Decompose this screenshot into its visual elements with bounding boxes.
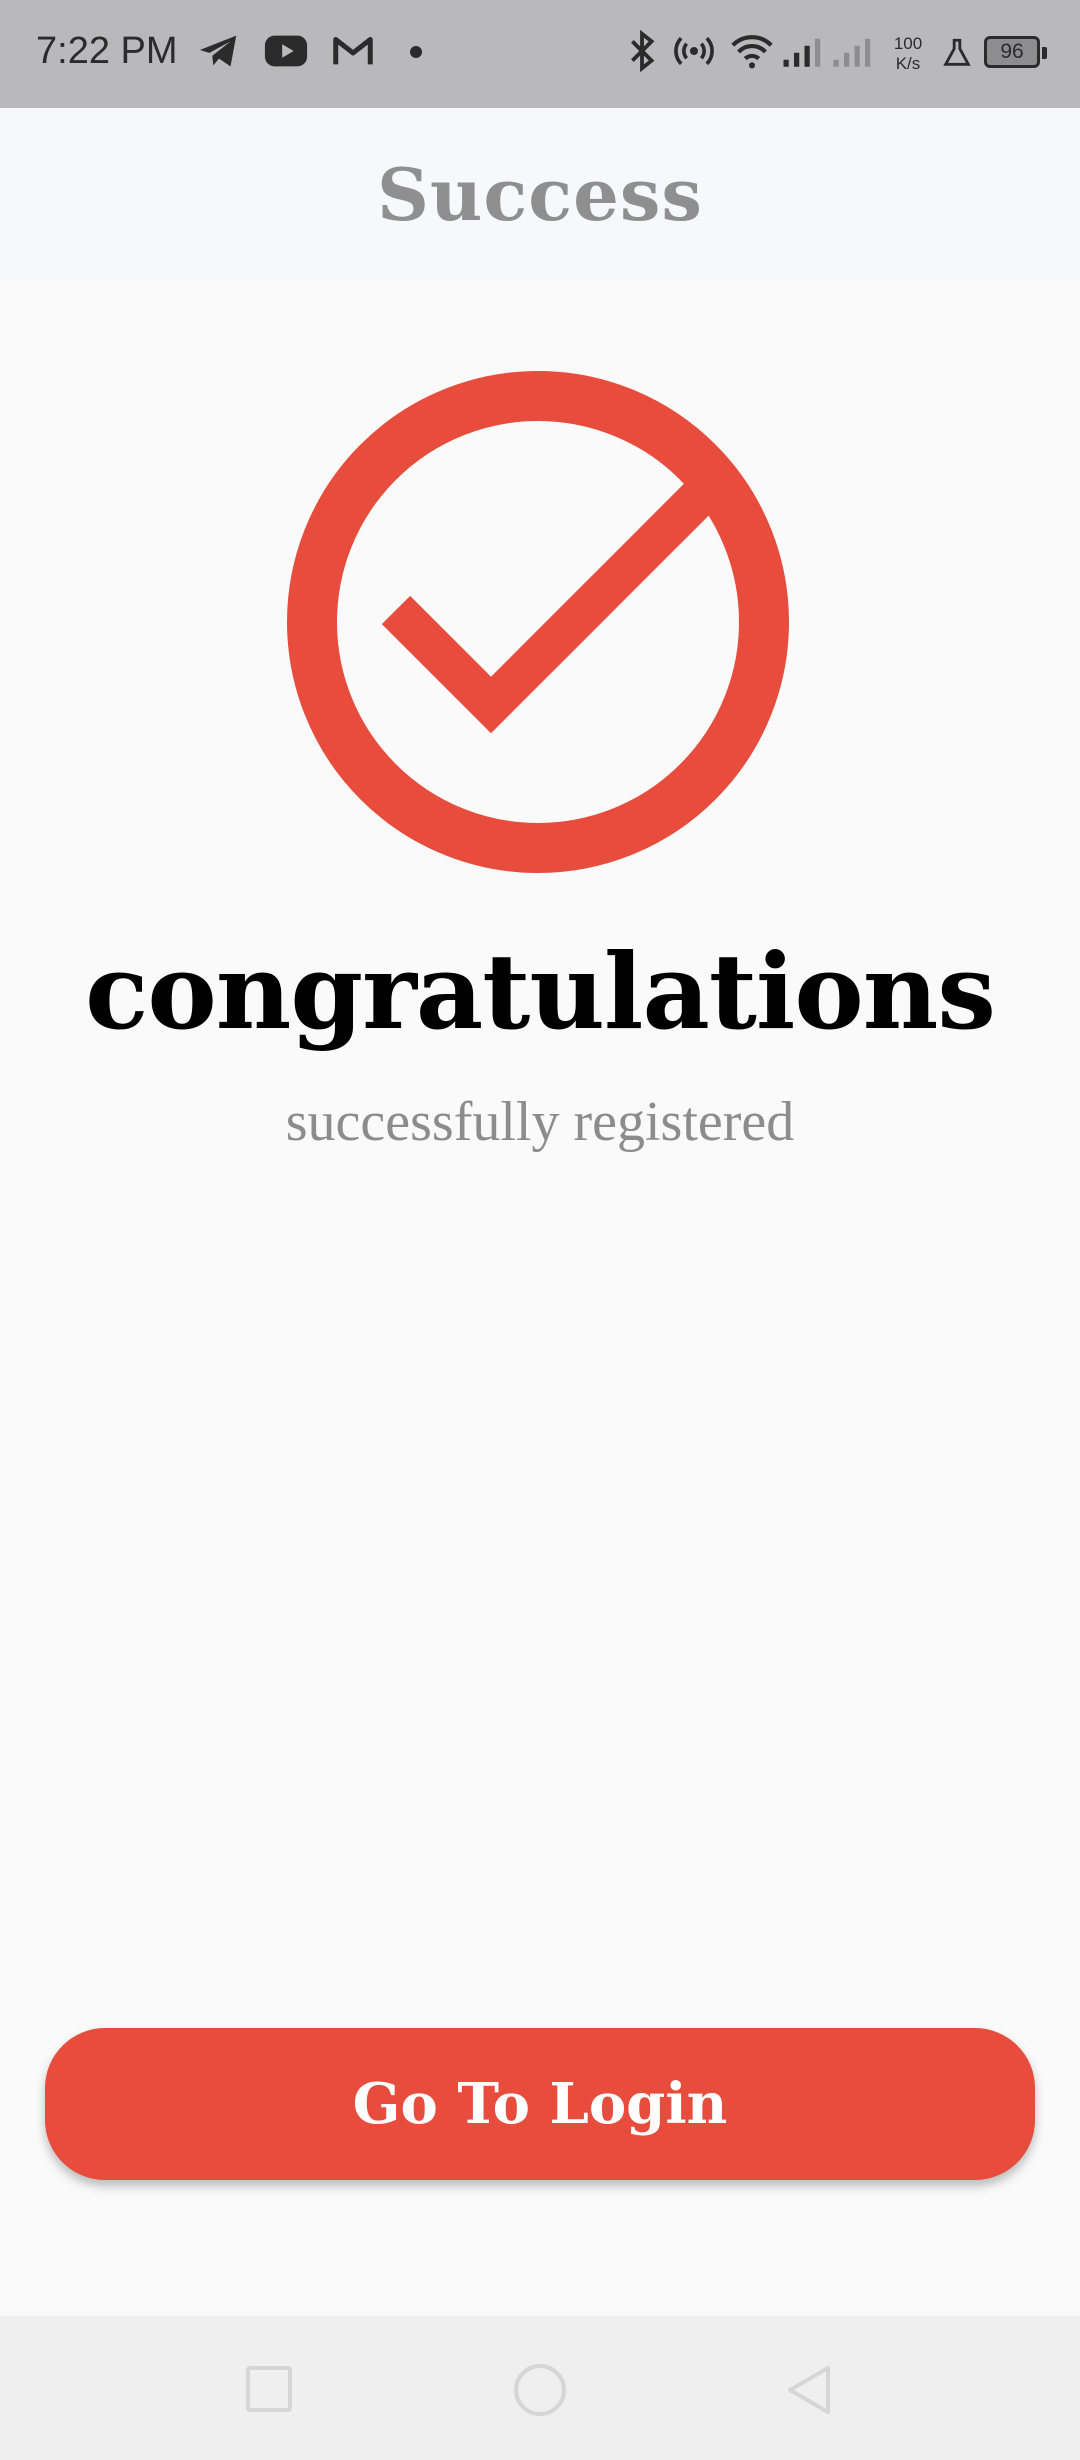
success-message: successfully registered — [285, 1091, 795, 1153]
network-speed: 100 K/s — [893, 34, 923, 73]
check-circle-icon — [287, 371, 789, 873]
youtube-icon — [264, 35, 308, 67]
system-nav-bar — [0, 2316, 1080, 2460]
beaker-icon — [943, 38, 971, 66]
status-bar: 7:22 PM 100 K/s 96 — [0, 0, 1080, 108]
telegram-icon — [199, 35, 237, 67]
status-time: 7:22 PM — [36, 30, 178, 72]
hotspot-icon — [674, 36, 714, 66]
bluetooth-icon — [631, 29, 655, 73]
home-button[interactable] — [514, 2364, 566, 2416]
battery-icon: 96 — [984, 36, 1047, 68]
signal-icon-2 — [833, 38, 871, 67]
page-title: Success — [377, 151, 703, 237]
gmail-icon — [333, 37, 373, 65]
back-button[interactable] — [784, 2362, 834, 2418]
congratulations-heading: congratulations — [85, 930, 996, 1053]
signal-icon — [783, 38, 821, 67]
battery-level: 96 — [1000, 40, 1024, 63]
go-to-login-button[interactable]: Go To Login — [45, 2028, 1035, 2180]
recent-apps-button[interactable] — [246, 2366, 292, 2412]
app-header: Success — [0, 108, 1080, 280]
wifi-icon — [731, 35, 773, 69]
notification-dot — [410, 46, 422, 58]
